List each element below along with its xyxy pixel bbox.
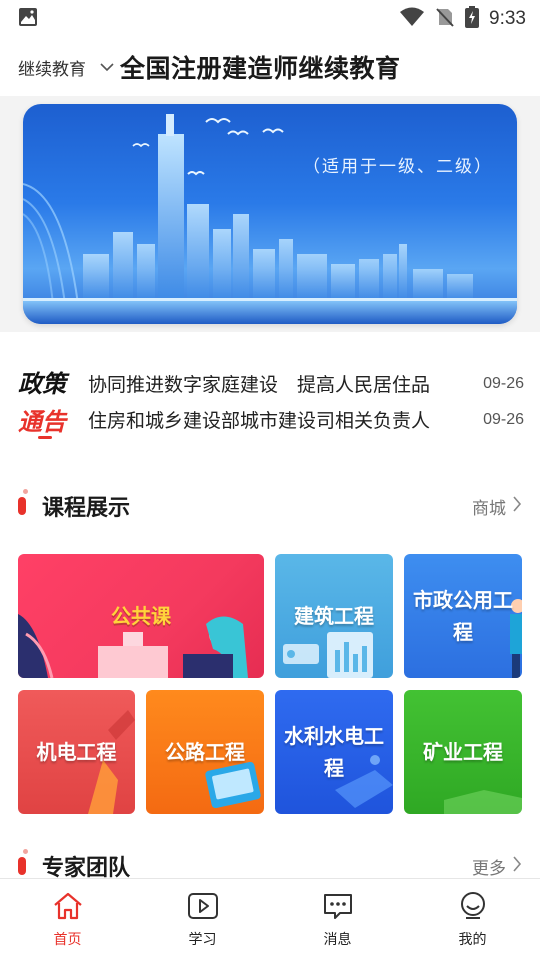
courses-section-header: 课程展示 商城 bbox=[0, 486, 540, 526]
policy-notice-logo: 政策 通告 bbox=[18, 364, 78, 440]
banner-area: （适用于一级、二级） bbox=[0, 96, 540, 332]
tab-study[interactable]: 学习 bbox=[135, 879, 270, 960]
scope-dropdown-label: 继续教育 bbox=[18, 59, 86, 80]
course-card-hydropower[interactable]: 水利水电工程 bbox=[275, 690, 393, 814]
play-icon bbox=[187, 891, 219, 925]
course-card-construction[interactable]: 建筑工程 bbox=[275, 554, 393, 678]
course-card-label: 水利水电工程 bbox=[284, 724, 384, 780]
course-card-label: 市政公用工程 bbox=[413, 588, 513, 644]
notice-logo-bottom: 通告 bbox=[18, 408, 66, 436]
course-card-label: 公共课 bbox=[111, 604, 171, 628]
notice-item-text: 住房和城乡建设部城市建设司相关负责人 bbox=[88, 410, 431, 432]
courses-section-title: 课程展示 bbox=[42, 496, 131, 521]
notice-logo-top: 政策 bbox=[18, 370, 66, 398]
tab-profile[interactable]: 我的 bbox=[405, 879, 540, 960]
section-marker bbox=[18, 849, 28, 875]
course-card-label: 矿业工程 bbox=[423, 740, 503, 764]
battery-charging-icon bbox=[465, 6, 480, 32]
shop-link[interactable]: 商城 bbox=[472, 494, 522, 519]
course-card-label: 机电工程 bbox=[36, 740, 117, 764]
gallery-notification-icon bbox=[18, 7, 38, 31]
scope-dropdown[interactable]: 继续教育 bbox=[18, 55, 120, 80]
chevron-right-icon bbox=[512, 855, 522, 877]
profile-icon bbox=[457, 891, 489, 925]
course-card-mining[interactable]: 矿业工程 bbox=[404, 690, 522, 814]
tab-label: 学习 bbox=[188, 932, 217, 948]
city-skyline-illustration bbox=[23, 114, 517, 324]
promo-banner[interactable]: （适用于一级、二级） bbox=[23, 104, 517, 324]
notice-item-date: 09-26 bbox=[483, 374, 524, 392]
wifi-icon bbox=[399, 7, 425, 31]
chevron-down-icon bbox=[100, 57, 114, 77]
tab-label: 消息 bbox=[323, 932, 352, 948]
shop-link-label: 商城 bbox=[472, 498, 506, 519]
course-card-mechanical[interactable]: 机电工程 bbox=[18, 690, 135, 814]
page-title: 全国注册建造师继续教育 bbox=[120, 54, 401, 83]
course-card-public[interactable]: 公共课 bbox=[18, 554, 264, 678]
message-icon bbox=[322, 891, 354, 925]
tab-label: 首页 bbox=[53, 932, 82, 948]
chevron-right-icon bbox=[512, 495, 522, 517]
notice-item-date: 09-26 bbox=[483, 410, 524, 428]
tab-messages[interactable]: 消息 bbox=[270, 879, 405, 960]
course-card-municipal[interactable]: 市政公用工程 bbox=[404, 554, 522, 678]
course-card-highway[interactable]: 公路工程 bbox=[146, 690, 264, 814]
section-marker bbox=[18, 489, 28, 515]
course-card-label: 建筑工程 bbox=[294, 604, 374, 628]
tab-home[interactable]: 首页 bbox=[0, 879, 135, 960]
notice-item-text: 协同推进数字家庭建设 提高人民居住品 bbox=[88, 374, 431, 396]
status-time: 9:33 bbox=[489, 8, 526, 29]
more-experts-link[interactable]: 更多 bbox=[472, 854, 522, 879]
course-card-label: 公路工程 bbox=[165, 740, 245, 764]
no-sim-icon bbox=[435, 7, 455, 31]
home-icon bbox=[52, 891, 84, 925]
bottom-tab-bar: 首页 学习 消息 我的 bbox=[0, 878, 540, 960]
status-bar: 9:33 bbox=[0, 0, 540, 38]
notice-logo-underline bbox=[38, 436, 52, 439]
tab-label: 我的 bbox=[458, 932, 487, 948]
notice-item[interactable]: 住房和城乡建设部城市建设司相关负责人 09-26 bbox=[88, 406, 524, 433]
top-header: 继续教育 全国注册建造师继续教育 bbox=[0, 38, 540, 96]
policy-notice: 政策 通告 协同推进数字家庭建设 提高人民居住品 09-26 住房和城乡建设部城… bbox=[0, 360, 540, 440]
more-experts-label: 更多 bbox=[472, 858, 506, 879]
banner-subtitle: （适用于一级、二级） bbox=[303, 157, 493, 177]
notice-item[interactable]: 协同推进数字家庭建设 提高人民居住品 09-26 bbox=[88, 370, 524, 397]
